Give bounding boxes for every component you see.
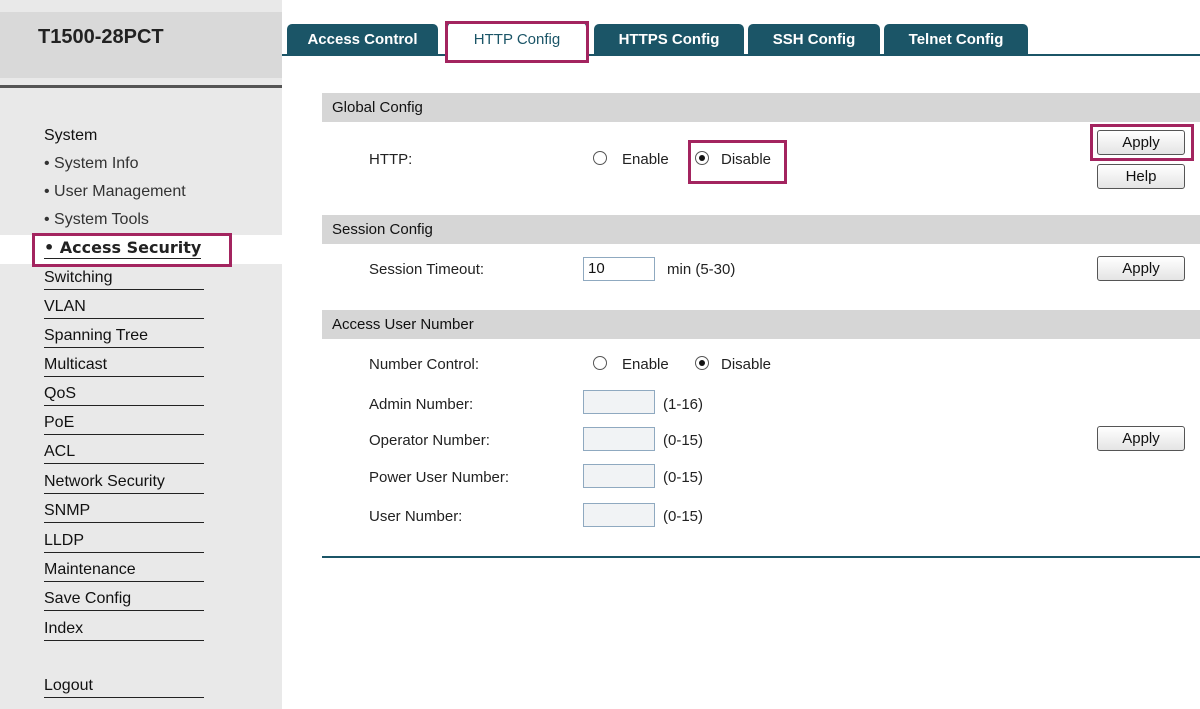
sidebar-item-spanning-tree[interactable]: Spanning Tree xyxy=(44,325,204,348)
number-control-label: Number Control: xyxy=(369,356,480,373)
sidebar-item-maintenance[interactable]: Maintenance xyxy=(44,559,204,582)
sidebar-item-system-info[interactable]: • System Info xyxy=(44,153,139,175)
tab-http-config[interactable]: HTTP Config xyxy=(447,22,587,58)
sidebar-item-qos[interactable]: QoS xyxy=(44,383,204,406)
power-user-number-range: (0-15) xyxy=(663,469,704,486)
sidebar-item-system-tools[interactable]: • System Tools xyxy=(44,209,149,231)
user-number-input[interactable] xyxy=(583,503,655,527)
sidebar-item-access-security[interactable]: • Access Security xyxy=(44,238,202,259)
power-user-number-label: Power User Number: xyxy=(369,469,510,486)
power-user-number-input[interactable] xyxy=(583,464,655,488)
operator-number-label: Operator Number: xyxy=(369,432,490,449)
help-button[interactable]: Help xyxy=(1097,164,1185,189)
sidebar: T1500-28PCT System • System Info • User … xyxy=(0,0,282,709)
access-user-apply-button[interactable]: Apply xyxy=(1097,426,1185,451)
number-control-enable-radio[interactable] xyxy=(593,356,607,370)
tab-telnet-config[interactable]: Telnet Config xyxy=(884,24,1028,55)
session-apply-button[interactable]: Apply xyxy=(1097,256,1185,281)
sidebar-item-network-security[interactable]: Network Security xyxy=(44,471,204,494)
tab-access-control[interactable]: Access Control xyxy=(287,24,438,55)
sidebar-item-acl[interactable]: ACL xyxy=(44,441,204,464)
sidebar-item-index[interactable]: Index xyxy=(44,618,204,641)
sidebar-item-vlan[interactable]: VLAN xyxy=(44,296,204,319)
user-number-label: User Number: xyxy=(369,508,463,525)
http-enable-label: Enable xyxy=(622,151,669,168)
section-header-access-user-number: Access User Number xyxy=(322,310,1200,339)
global-apply-button[interactable]: Apply xyxy=(1097,130,1185,155)
operator-number-range: (0-15) xyxy=(663,432,704,449)
http-disable-radio[interactable] xyxy=(695,151,709,165)
operator-number-input[interactable] xyxy=(583,427,655,451)
tab-ssh-config[interactable]: SSH Config xyxy=(748,24,880,55)
sidebar-item-lldp[interactable]: LLDP xyxy=(44,530,204,553)
session-timeout-input[interactable]: 10 xyxy=(583,257,655,281)
session-timeout-unit: min (5-30) xyxy=(667,261,736,278)
sidebar-item-logout[interactable]: Logout xyxy=(44,675,204,698)
section-header-session-config: Session Config xyxy=(322,215,1200,244)
sidebar-item-poe[interactable]: PoE xyxy=(44,412,204,435)
sidebar-item-multicast[interactable]: Multicast xyxy=(44,354,204,377)
number-control-disable-label: Disable xyxy=(721,356,772,373)
user-number-range: (0-15) xyxy=(663,508,704,525)
http-label: HTTP: xyxy=(369,151,413,168)
sidebar-item-system[interactable]: System xyxy=(44,125,97,147)
sidebar-item-user-management[interactable]: • User Management xyxy=(44,181,186,203)
sidebar-item-snmp[interactable]: SNMP xyxy=(44,500,204,523)
http-enable-radio[interactable] xyxy=(593,151,607,165)
admin-number-input[interactable] xyxy=(583,390,655,414)
sidebar-item-save-config[interactable]: Save Config xyxy=(44,588,204,611)
content-bottom-divider xyxy=(322,556,1200,558)
section-header-global-config: Global Config xyxy=(322,93,1200,122)
session-timeout-label: Session Timeout: xyxy=(369,261,485,278)
sidebar-divider xyxy=(0,85,282,88)
device-model-title: T1500-28PCT xyxy=(38,26,164,48)
sidebar-item-switching[interactable]: Switching xyxy=(44,267,204,290)
http-disable-label: Disable xyxy=(721,151,772,168)
number-control-disable-radio[interactable] xyxy=(695,356,709,370)
admin-number-label: Admin Number: xyxy=(369,396,474,413)
number-control-enable-label: Enable xyxy=(622,356,669,373)
admin-number-range: (1-16) xyxy=(663,396,704,413)
tab-https-config[interactable]: HTTPS Config xyxy=(594,24,744,55)
